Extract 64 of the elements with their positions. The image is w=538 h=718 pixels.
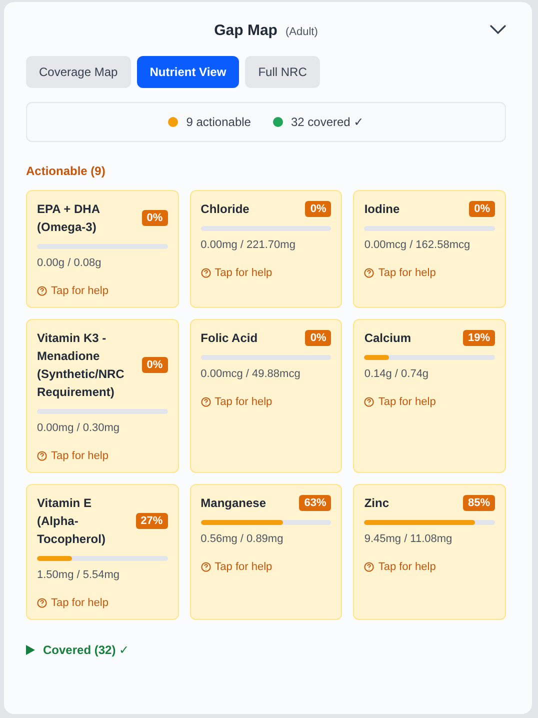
nutrient-card[interactable]: EPA + DHA (Omega-3) 0% 0.00g / 0.08g Tap for help — [26, 190, 179, 308]
amount-text: 0.56mg / 0.89mg — [200, 533, 284, 545]
amount-text: 0.00mg / 0.30mg — [37, 422, 121, 434]
percent-badge: 0% — [305, 330, 332, 346]
percent-badge: 85% — [462, 495, 495, 511]
help-icon — [37, 451, 47, 461]
nutrient-name: EPA + DHA (Omega-3) — [37, 201, 101, 236]
percent-badge: 27% — [136, 513, 168, 529]
help-icon — [200, 397, 211, 407]
nutrient-card[interactable]: Calcium 19% 0.14g / 0.74g Tap for help — [353, 319, 506, 473]
amount-text: 9.45mg / 11.08mg — [364, 533, 454, 545]
nutrient-name: Chloride — [200, 201, 250, 218]
nutrient-name: Manganese — [200, 495, 266, 512]
nutrient-name: Iodine — [364, 201, 400, 218]
summary-label: 32 covered ✓ — [290, 115, 364, 129]
help-link[interactable]: Tap for help — [354, 257, 505, 289]
help-link[interactable]: Tap for help — [27, 440, 178, 472]
nutrient-name: Vitamin E (Alpha-Tocopherol) — [37, 495, 106, 548]
nutrient-name: Calcium — [364, 330, 412, 347]
help-icon — [200, 268, 211, 278]
nutrient-name: Folic Acid — [200, 330, 258, 347]
nutrient-card[interactable]: Vitamin E (Alpha-Tocopherol) 27% 1.50mg / 5.54mg Tap for help — [26, 484, 179, 620]
summary-label: 9 actionable — [186, 115, 251, 129]
percent-badge: 63% — [299, 495, 332, 511]
chevron-icon[interactable] — [490, 25, 506, 35]
help-link[interactable]: Tap for help — [190, 257, 342, 289]
section-heading: Actionable (9) — [26, 164, 106, 178]
nutrient-card[interactable]: Manganese 63% 0.56mg / 0.89mg Tap for help — [190, 484, 342, 620]
percent-badge: 0% — [305, 201, 332, 217]
panel-title: Gap Map — [214, 22, 278, 38]
amount-text: 0.14g / 0.74g — [364, 368, 430, 380]
nutrient-card[interactable]: Chloride 0% 0.00mg / 221.70mg Tap for help — [190, 190, 342, 308]
help-icon — [37, 598, 47, 608]
nutrient-name: Vitamin K3 - Menadione (Synthetic/NRC Requirement) — [37, 330, 126, 401]
amount-text: 0.00g / 0.08g — [37, 257, 102, 269]
help-link[interactable]: Tap for help — [354, 386, 505, 418]
percent-badge: 0% — [469, 201, 495, 217]
nutrient-card[interactable]: Zinc 85% 9.45mg / 11.08mg Tap for help — [353, 484, 506, 620]
nutrient-card[interactable]: Vitamin K3 - Menadione (Synthetic/NRC Requirement) 0% 0.00mg / 0.30mg Tap for help — [26, 319, 179, 473]
amount-text: 1.50mg / 5.54mg — [37, 569, 121, 581]
help-icon — [364, 562, 374, 572]
help-link[interactable]: Tap for help — [354, 551, 505, 583]
amount-text: 0.00mcg / 162.58mcg — [364, 239, 472, 251]
help-icon — [200, 562, 211, 572]
help-link[interactable]: Tap for help — [190, 386, 342, 418]
view-tab[interactable]: Nutrient View — [136, 56, 240, 88]
percent-badge: 0% — [142, 210, 168, 226]
view-tab[interactable]: Full NRC — [245, 56, 320, 88]
nutrient-name: Zinc — [364, 495, 389, 512]
help-icon — [364, 397, 374, 407]
view-tab[interactable]: Coverage Map — [26, 56, 131, 88]
amount-text: 0.00mcg / 49.88mcg — [200, 368, 302, 380]
percent-badge: 19% — [462, 330, 495, 346]
amount-text: 0.00mg / 221.70mg — [200, 239, 296, 251]
percent-badge: 0% — [142, 357, 168, 373]
covered-toggle[interactable]: Covered (32) ✓ — [26, 643, 506, 657]
help-link[interactable]: Tap for help — [27, 275, 178, 307]
nutrient-card[interactable]: Iodine 0% 0.00mcg / 162.58mcg Tap for help — [353, 190, 506, 308]
help-icon — [37, 286, 47, 296]
help-link[interactable]: Tap for help — [27, 587, 178, 619]
panel-subtitle: (Adult) — [285, 26, 318, 38]
nutrient-card[interactable]: Folic Acid 0% 0.00mcg / 49.88mcg Tap for help — [190, 319, 342, 473]
help-link[interactable]: Tap for help — [190, 551, 342, 583]
help-icon — [364, 268, 374, 278]
